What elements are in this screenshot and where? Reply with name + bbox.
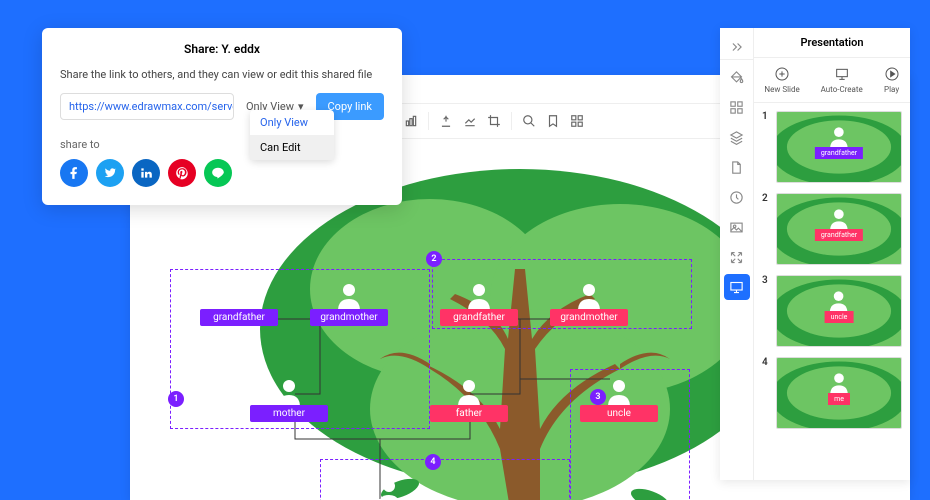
permission-dropdown: Only View Can Edit <box>250 110 334 160</box>
node-uncle[interactable]: uncle <box>580 377 658 422</box>
line-icon[interactable] <box>204 159 232 187</box>
slide-thumbnail: grandfather <box>776 111 902 183</box>
share-to-label: share to <box>60 138 384 151</box>
perm-option-edit[interactable]: Can Edit <box>250 135 334 160</box>
side-toolbar <box>720 28 754 480</box>
facebook-icon[interactable] <box>60 159 88 187</box>
slide-number: 2 <box>762 193 770 204</box>
slide-thumbnail: uncle <box>776 275 902 347</box>
panel-title: Presentation <box>754 28 910 58</box>
grid-icon[interactable] <box>566 110 588 132</box>
play-button[interactable]: Play <box>884 66 900 94</box>
expand-icon[interactable] <box>724 244 750 270</box>
slide-item[interactable]: 1 grandfather <box>762 111 902 183</box>
slide-thumbnail: grandfather <box>776 193 902 265</box>
slide-number: 3 <box>762 275 770 286</box>
page-icon[interactable] <box>724 154 750 180</box>
node-father[interactable]: father <box>430 377 508 422</box>
share-title: Share: Y. eddx <box>60 42 384 56</box>
share-url-field[interactable]: https://www.edrawmax.com/server.. <box>60 93 234 120</box>
history-icon[interactable] <box>724 184 750 210</box>
linkedin-icon[interactable] <box>132 159 160 187</box>
perm-option-view[interactable]: Only View <box>250 110 334 135</box>
twitter-icon[interactable] <box>96 159 124 187</box>
slide-number: 4 <box>762 357 770 368</box>
stroke-icon[interactable] <box>459 110 481 132</box>
node-me[interactable]: me <box>350 477 428 500</box>
social-row <box>60 159 384 187</box>
slide-item[interactable]: 2 grandfather <box>762 193 902 265</box>
image-icon[interactable] <box>724 214 750 240</box>
node-grandmother-1[interactable]: grandmother <box>310 281 388 326</box>
pinterest-icon[interactable] <box>168 159 196 187</box>
chart-icon[interactable] <box>400 110 422 132</box>
zoom-icon[interactable] <box>518 110 540 132</box>
slides-list: 1 grandfather 2 grandfather 3 uncle 4 me <box>754 103 910 480</box>
apps-icon[interactable] <box>724 94 750 120</box>
share-description: Share the link to others, and they can v… <box>60 68 384 81</box>
bookmark-icon[interactable] <box>542 110 564 132</box>
paint-icon[interactable] <box>724 64 750 90</box>
right-panel: Presentation New Slide Auto-Create Play … <box>720 28 910 480</box>
presentation-tab-icon[interactable] <box>724 274 750 300</box>
slide-item[interactable]: 4 me <box>762 357 902 429</box>
selection-badge-4: 4 <box>425 454 441 470</box>
slide-number: 1 <box>762 111 770 122</box>
node-grandmother-2[interactable]: grandmother <box>550 281 628 326</box>
layers-icon[interactable] <box>724 124 750 150</box>
selection-badge-2: 2 <box>426 251 442 267</box>
slide-item[interactable]: 3 uncle <box>762 275 902 347</box>
share-dialog: Share: Y. eddx Share the link to others,… <box>42 28 402 205</box>
collapse-icon[interactable] <box>720 34 753 60</box>
node-grandfather-2[interactable]: grandfather <box>440 281 518 326</box>
node-grandfather-1[interactable]: grandfather <box>200 281 278 326</box>
crop-icon[interactable] <box>483 110 505 132</box>
slide-thumbnail: me <box>776 357 902 429</box>
new-slide-button[interactable]: New Slide <box>764 66 799 94</box>
auto-create-button[interactable]: Auto-Create <box>821 66 863 94</box>
fill-icon[interactable] <box>435 110 457 132</box>
selection-badge-1: 1 <box>168 391 184 407</box>
node-mother[interactable]: mother <box>250 377 328 422</box>
